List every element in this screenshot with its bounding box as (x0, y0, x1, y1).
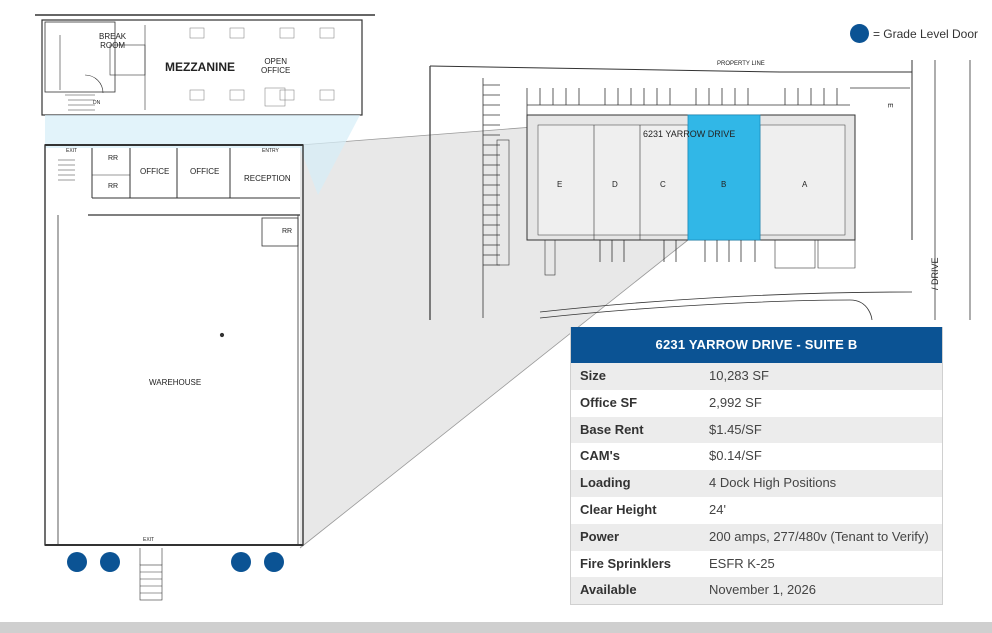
row-value: $1.45/SF (709, 421, 762, 437)
row-key: Clear Height (580, 501, 657, 517)
flyer-page: = Grade Level Door BREAK ROOM MEZZANINE O… (0, 0, 992, 633)
office-label-2: OFFICE (190, 167, 220, 176)
break-room-label: BREAK ROOM (99, 32, 127, 50)
table-row: Power 200 amps, 277/480v (Tenant to Verif… (571, 523, 942, 551)
table-row: Fire Sprinklers ESFR K-25 (571, 550, 942, 578)
office-label-1: OFFICE (140, 167, 170, 176)
legend: = Grade Level Door (849, 24, 978, 43)
row-value: ESFR K-25 (709, 555, 775, 571)
row-value: 4 Dock High Positions (709, 475, 837, 491)
grade-level-door-icon (231, 552, 251, 572)
rr-label-1: RR (108, 155, 119, 162)
property-line-label: PROPERTY LINE (717, 61, 765, 67)
row-value: 200 amps, 277/480v (Tenant to Verify) (709, 528, 929, 544)
reception-label: RECEPTION (244, 174, 291, 183)
exit-bottom-label: EXIT (143, 537, 155, 543)
row-value: 2,992 SF (709, 394, 762, 410)
open-office-label: OPEN OFFICE (261, 57, 291, 75)
legend-text: = Grade Level Door (872, 26, 978, 41)
row-key: Base Rent (580, 421, 644, 437)
entry-label: ENTRY (262, 148, 279, 154)
table-row: Office SF 2,992 SF (571, 389, 942, 417)
mezzanine-label: MEZZANINE (165, 60, 235, 74)
row-key: Loading (580, 475, 631, 491)
footer-bar (0, 622, 992, 633)
grade-level-door-icon (67, 552, 87, 572)
exit-top-label: EXIT (66, 148, 78, 154)
row-value: 24' (709, 501, 726, 517)
grade-level-door-icon (264, 552, 284, 572)
small-e-label: E (885, 103, 893, 108)
row-key: Available (580, 582, 637, 598)
suite-b-label: B (721, 180, 727, 189)
suite-c-label: C (660, 180, 666, 189)
table-row: Loading 4 Dock High Positions (571, 470, 942, 497)
table-body: Size 10,283 SF Office SF 2,992 SF Base Ren… (571, 363, 942, 605)
table-row: CAM's $0.14/SF (571, 443, 942, 471)
suite-d-label: D (612, 180, 618, 189)
building-address-label: 6231 YARROW DRIVE (643, 129, 736, 139)
row-key: Power (580, 528, 620, 544)
row-value: 10,283 SF (709, 368, 769, 383)
suite-a-label: A (802, 180, 808, 189)
row-key: CAM's (580, 448, 620, 464)
table-row: Size 10,283 SF (571, 363, 942, 390)
street-label: / DRIVE (930, 257, 940, 290)
row-value: November 1, 2026 (709, 582, 816, 598)
row-key: Fire Sprinklers (580, 555, 672, 571)
rr-label-3: RR (282, 228, 293, 235)
row-key: Office SF (580, 394, 638, 410)
grade-door-legend-icon (849, 24, 869, 43)
suite-spec-table: 6231 YARROW DRIVE - SUITE B Size 10,283 S… (570, 327, 943, 606)
suite-e-label: E (557, 180, 563, 189)
row-key: Size (580, 368, 607, 383)
table-row: Base Rent $1.45/SF (571, 416, 942, 444)
warehouse-floor-plan (44, 144, 304, 601)
table-row: Clear Height 24' (571, 496, 942, 524)
table-row: Available November 1, 2026 (571, 577, 942, 605)
warehouse-label: WAREHOUSE (149, 378, 202, 387)
row-value: $0.14/SF (709, 448, 762, 464)
table-title: 6231 YARROW DRIVE - SUITE B (571, 327, 942, 363)
grade-level-door-icon (100, 552, 120, 572)
rr-label-2: RR (108, 183, 119, 190)
dn-label: DN (93, 100, 101, 106)
